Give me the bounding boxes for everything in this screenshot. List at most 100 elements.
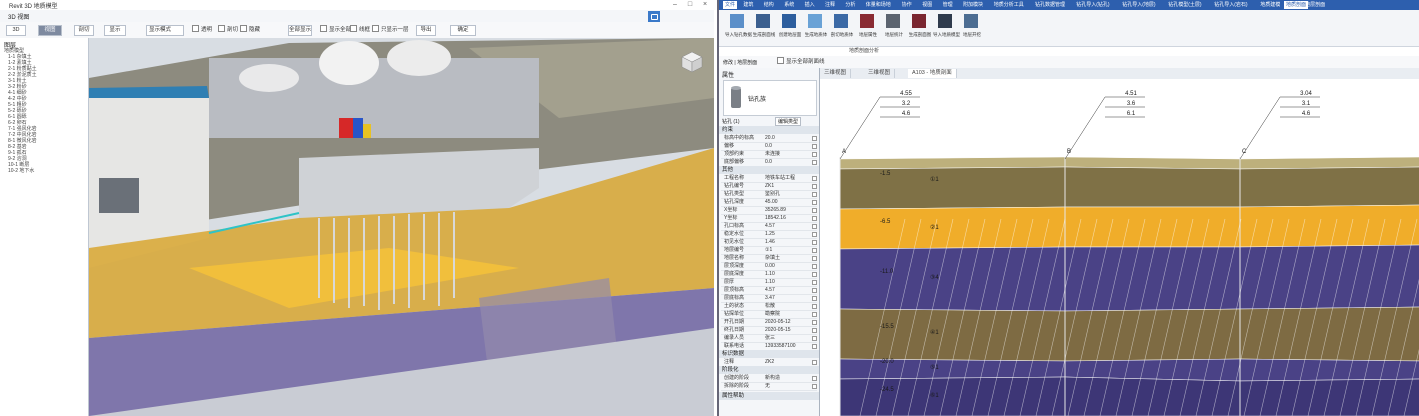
property-checkbox[interactable] [812, 272, 817, 277]
property-checkbox[interactable] [812, 216, 817, 221]
properties-help-link[interactable]: 属性帮助 [719, 392, 819, 400]
properties-section-header[interactable]: 标识数据 [719, 350, 819, 358]
property-value[interactable]: 2020-05-12 [765, 318, 810, 326]
property-value[interactable]: 35265.89 [765, 206, 810, 214]
check-wireframe[interactable]: 线框 [350, 25, 370, 34]
property-checkbox[interactable] [812, 144, 817, 149]
ribbon-tab[interactable]: 结构 [764, 1, 774, 9]
property-checkbox[interactable] [812, 264, 817, 269]
document-tab[interactable]: 三维视图 [820, 69, 852, 78]
property-checkbox[interactable] [812, 160, 817, 165]
ribbon-button[interactable]: 生成剖面线 [753, 12, 775, 42]
toolbar-button-section[interactable]: 剖切 [74, 25, 94, 36]
ribbon-button[interactable]: 剖切地质体 [831, 12, 853, 42]
ribbon-button[interactable]: 生成地质体 [805, 12, 827, 42]
property-checkbox[interactable] [812, 200, 817, 205]
ribbon-tab[interactable]: 分析 [845, 1, 855, 9]
toolbar-button-3d[interactable]: 3D [6, 25, 26, 36]
property-checkbox[interactable] [812, 256, 817, 261]
geological-section-view[interactable]: 4.55 3.2 4.6 A 4.51 3.6 6.1 B 3.04 3.1 4.6 C ①1 ②1 ③4 ④… [820, 79, 1419, 416]
fullscreen-button[interactable] [648, 11, 660, 22]
property-checkbox[interactable] [812, 224, 817, 229]
property-value[interactable]: 0.0 [765, 158, 810, 166]
property-checkbox[interactable] [812, 288, 817, 293]
property-checkbox[interactable] [812, 344, 817, 349]
property-checkbox[interactable] [812, 328, 817, 333]
property-value[interactable]: 0.00 [765, 262, 810, 270]
property-value[interactable]: 松散 [765, 302, 810, 310]
property-checkbox[interactable] [812, 360, 817, 365]
maximize-icon[interactable]: □ [685, 1, 695, 9]
ribbon-button[interactable]: 创建地层面 [779, 12, 801, 42]
ribbon-tab[interactable]: 管理 [943, 1, 953, 9]
property-value[interactable]: 2020-05-15 [765, 326, 810, 334]
check-transparent[interactable]: 透明 [192, 25, 212, 34]
ribbon-tab[interactable]: 注释 [825, 1, 835, 9]
property-value[interactable]: 3.47 [765, 294, 810, 302]
export-button[interactable]: 导出 [416, 25, 436, 36]
property-checkbox[interactable] [812, 336, 817, 341]
property-checkbox[interactable] [812, 136, 817, 141]
property-checkbox[interactable] [812, 280, 817, 285]
property-value[interactable]: 45.00 [765, 198, 810, 206]
property-value[interactable]: 无 [765, 382, 810, 390]
ribbon-tab[interactable]: 钻孔数据管理 [1035, 1, 1065, 9]
property-value[interactable]: 1.46 [765, 238, 810, 246]
property-value[interactable]: 18542.16 [765, 214, 810, 222]
property-value[interactable]: ZK1 [765, 182, 810, 190]
document-tab[interactable]: 三维视图 [864, 69, 896, 78]
property-checkbox[interactable] [812, 320, 817, 325]
check-single-layer[interactable]: 只显示一层 [372, 25, 409, 34]
ribbon-tab[interactable]: 系统 [784, 1, 794, 9]
ribbon-tab[interactable]: 地质建模 [1260, 1, 1280, 9]
property-checkbox[interactable] [812, 376, 817, 381]
toolbar-button-view[interactable]: 视图 [38, 25, 62, 36]
type-selector[interactable]: 钻孔族 [723, 80, 817, 116]
ribbon-tab[interactable]: 钻孔模型(土层) [1168, 1, 1201, 9]
ribbon-tab[interactable]: 视图 [922, 1, 932, 9]
ribbon-tab[interactable]: 建筑 [743, 1, 753, 9]
ribbon-tab-active[interactable]: 地质剖面 [1284, 1, 1309, 9]
ribbon-tab[interactable]: 附加模块 [963, 1, 983, 9]
check-hide[interactable]: 隐藏 [240, 25, 260, 34]
property-value[interactable]: 未连接 [765, 150, 810, 158]
ribbon-tab[interactable]: 文件 [723, 1, 738, 9]
property-checkbox[interactable] [812, 312, 817, 317]
property-checkbox[interactable] [812, 240, 817, 245]
ribbon-button[interactable]: 地层属性 [857, 12, 877, 42]
ribbon-tab[interactable]: 钻孔导入(地层) [1122, 1, 1155, 9]
display-mode-dropdown[interactable]: 显示模式 [146, 25, 184, 36]
property-value[interactable]: 4.57 [765, 286, 810, 294]
ribbon-tab[interactable]: 协作 [902, 1, 912, 9]
edit-type-button[interactable]: 编辑类型 [775, 117, 802, 126]
property-checkbox[interactable] [812, 208, 817, 213]
properties-section-header[interactable]: 其他 [719, 166, 819, 174]
ribbon-button[interactable]: 地层统计 [883, 12, 903, 42]
property-value[interactable]: ZK2 [765, 358, 810, 366]
toolbar-button-show-all[interactable]: 全部显示 [288, 25, 312, 36]
ribbon-tab[interactable]: 钻孔导入(钻孔) [1076, 1, 1109, 9]
property-checkbox[interactable] [812, 176, 817, 181]
property-checkbox[interactable] [812, 304, 817, 309]
property-checkbox[interactable] [812, 192, 817, 197]
property-value[interactable]: 新构造 [765, 374, 810, 382]
minimize-icon[interactable]: – [670, 1, 680, 9]
3d-viewport[interactable] [89, 38, 714, 416]
property-value[interactable]: 13933587100 [765, 342, 810, 350]
instance-selector[interactable]: 钻孔 (1) [722, 118, 740, 125]
view-cube[interactable] [680, 50, 704, 74]
property-value[interactable]: 1.25 [765, 230, 810, 238]
ribbon-button[interactable]: 导入地质模型 [933, 12, 960, 42]
property-value[interactable]: 1.10 [765, 278, 810, 286]
properties-section-header[interactable]: 阶段化 [719, 366, 819, 374]
property-value[interactable]: 4.57 [765, 222, 810, 230]
property-row[interactable]: 拆除的阶段 无 [721, 382, 817, 391]
properties-section-header[interactable]: 约束 [719, 126, 819, 134]
property-value[interactable]: 勘察院 [765, 310, 810, 318]
ribbon-tab[interactable]: 地质分析工具 [994, 1, 1024, 9]
ribbon-tab[interactable]: 体量和场地 [866, 1, 891, 9]
ribbon-button[interactable]: 导入钻孔数据 [725, 12, 752, 42]
property-value[interactable]: 杂填土 [765, 254, 810, 262]
close-icon[interactable]: × [700, 1, 710, 9]
check-show-all[interactable]: 显示全部 [320, 25, 351, 34]
